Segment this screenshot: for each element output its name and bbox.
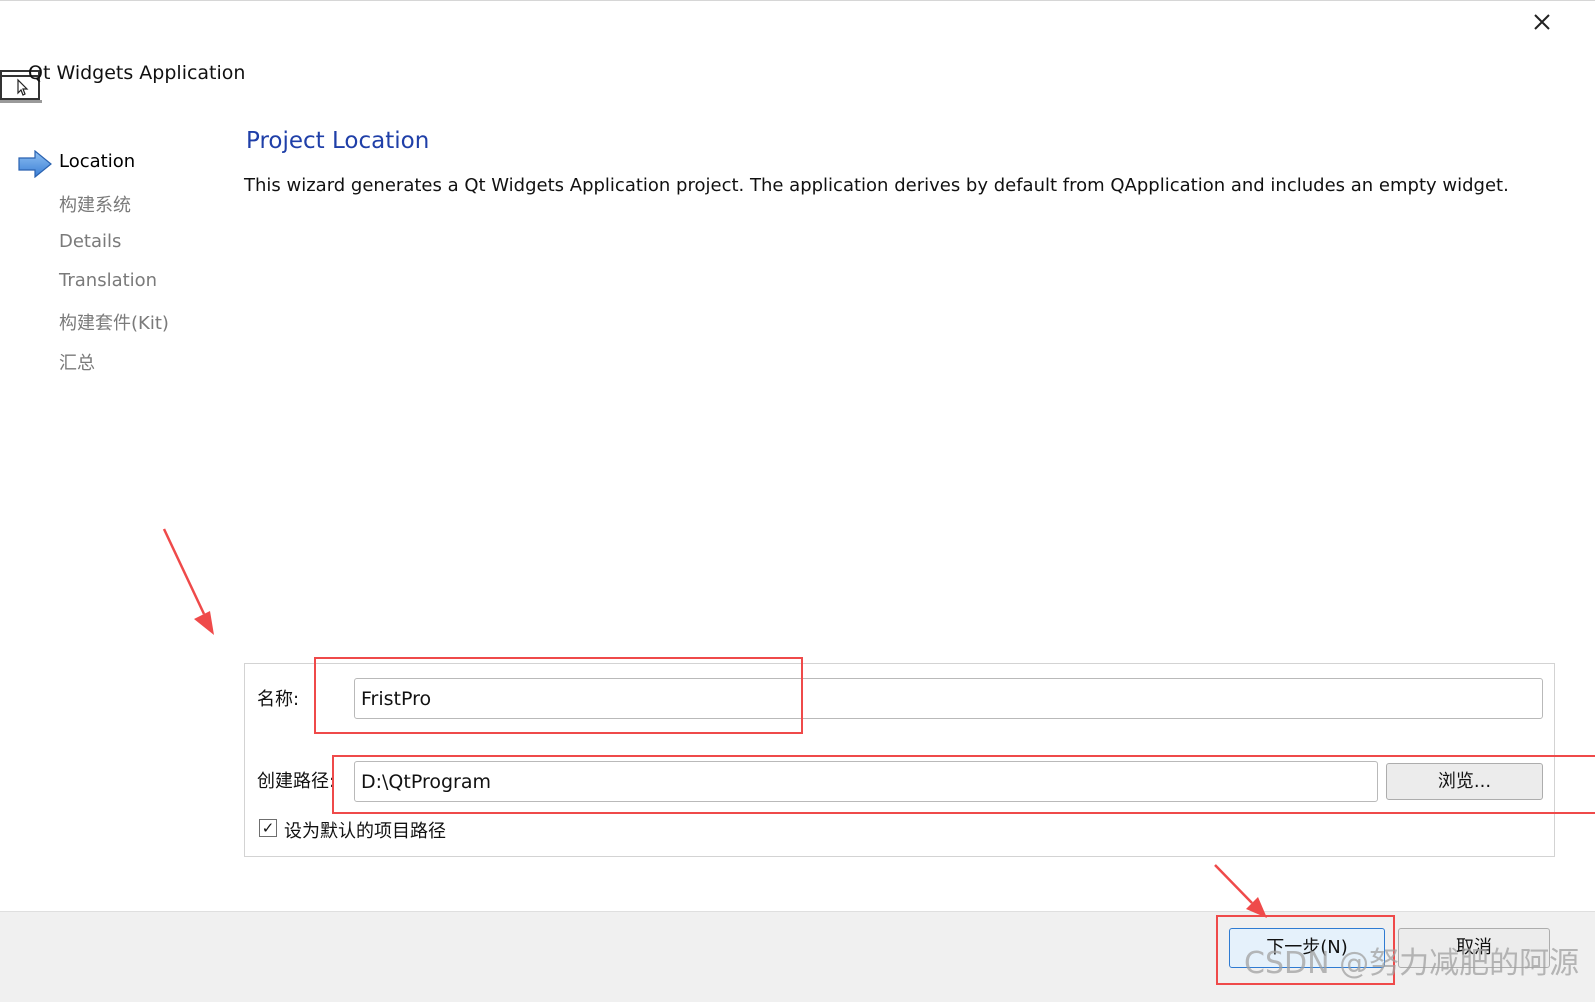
browse-button[interactable]: 浏览...	[1386, 763, 1543, 800]
name-label: 名称:	[257, 689, 300, 710]
window-top-border	[0, 0, 1595, 1]
project-name-input[interactable]: FristPro	[354, 678, 1543, 719]
step-build-system: 构建系统	[59, 195, 131, 216]
next-button[interactable]: 下一步(N)	[1229, 928, 1385, 968]
page-title: Project Location	[246, 128, 430, 154]
current-step-arrow-icon	[18, 150, 52, 178]
cancel-button[interactable]: 取消	[1398, 928, 1550, 968]
default-path-label[interactable]: 设为默认的项目路径	[284, 817, 446, 843]
step-summary: 汇总	[59, 353, 95, 374]
step-translation: Translation	[59, 270, 158, 291]
step-kits: 构建套件(Kit)	[59, 313, 169, 334]
wizard-title: Qt Widgets Application	[28, 62, 246, 84]
wizard-dialog: Qt Widgets Application Location 构建系统 Det…	[0, 0, 1595, 1002]
create-path-input[interactable]: D:\QtProgram	[354, 761, 1378, 802]
path-label: 创建路径:	[257, 771, 336, 792]
close-button[interactable]	[1528, 8, 1556, 36]
page-description: This wizard generates a Qt Widgets Appli…	[244, 175, 1509, 196]
close-icon	[1534, 14, 1550, 30]
default-path-checkbox[interactable]: ✓	[259, 819, 277, 837]
step-details: Details	[59, 231, 122, 252]
step-location: Location	[59, 151, 136, 172]
arrow-to-form	[162, 528, 214, 635]
